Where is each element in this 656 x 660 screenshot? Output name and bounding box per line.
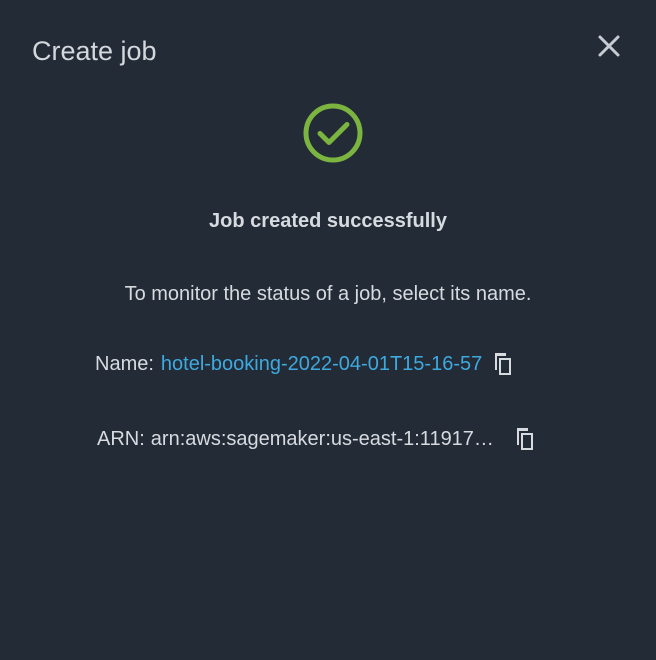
job-arn-row: ARN: arn:aws:sagemaker:us-east-1:11917… (97, 423, 538, 455)
job-arn-value: arn:aws:sagemaker:us-east-1:11917… (150, 428, 494, 450)
success-title: Job created successfully (209, 210, 447, 232)
create-job-modal: Create job Job created successfully To m… (0, 0, 656, 660)
close-button[interactable] (594, 31, 624, 61)
job-arn-label: ARN: (97, 428, 145, 450)
job-name-row: Name: hotel-booking-2022-04-01T15-16-57 (95, 348, 516, 380)
check-circle-icon (302, 102, 364, 164)
copy-icon (495, 353, 512, 375)
status-instruction: To monitor the status of a job, select i… (124, 283, 532, 305)
job-name-label: Name: (95, 353, 154, 375)
job-name-link[interactable]: hotel-booking-2022-04-01T15-16-57 (161, 350, 482, 378)
copy-job-name-button[interactable] (490, 350, 516, 378)
copy-job-arn-button[interactable] (512, 425, 538, 453)
modal-title: Create job (32, 36, 157, 66)
close-icon (598, 35, 620, 57)
copy-icon (516, 428, 533, 450)
